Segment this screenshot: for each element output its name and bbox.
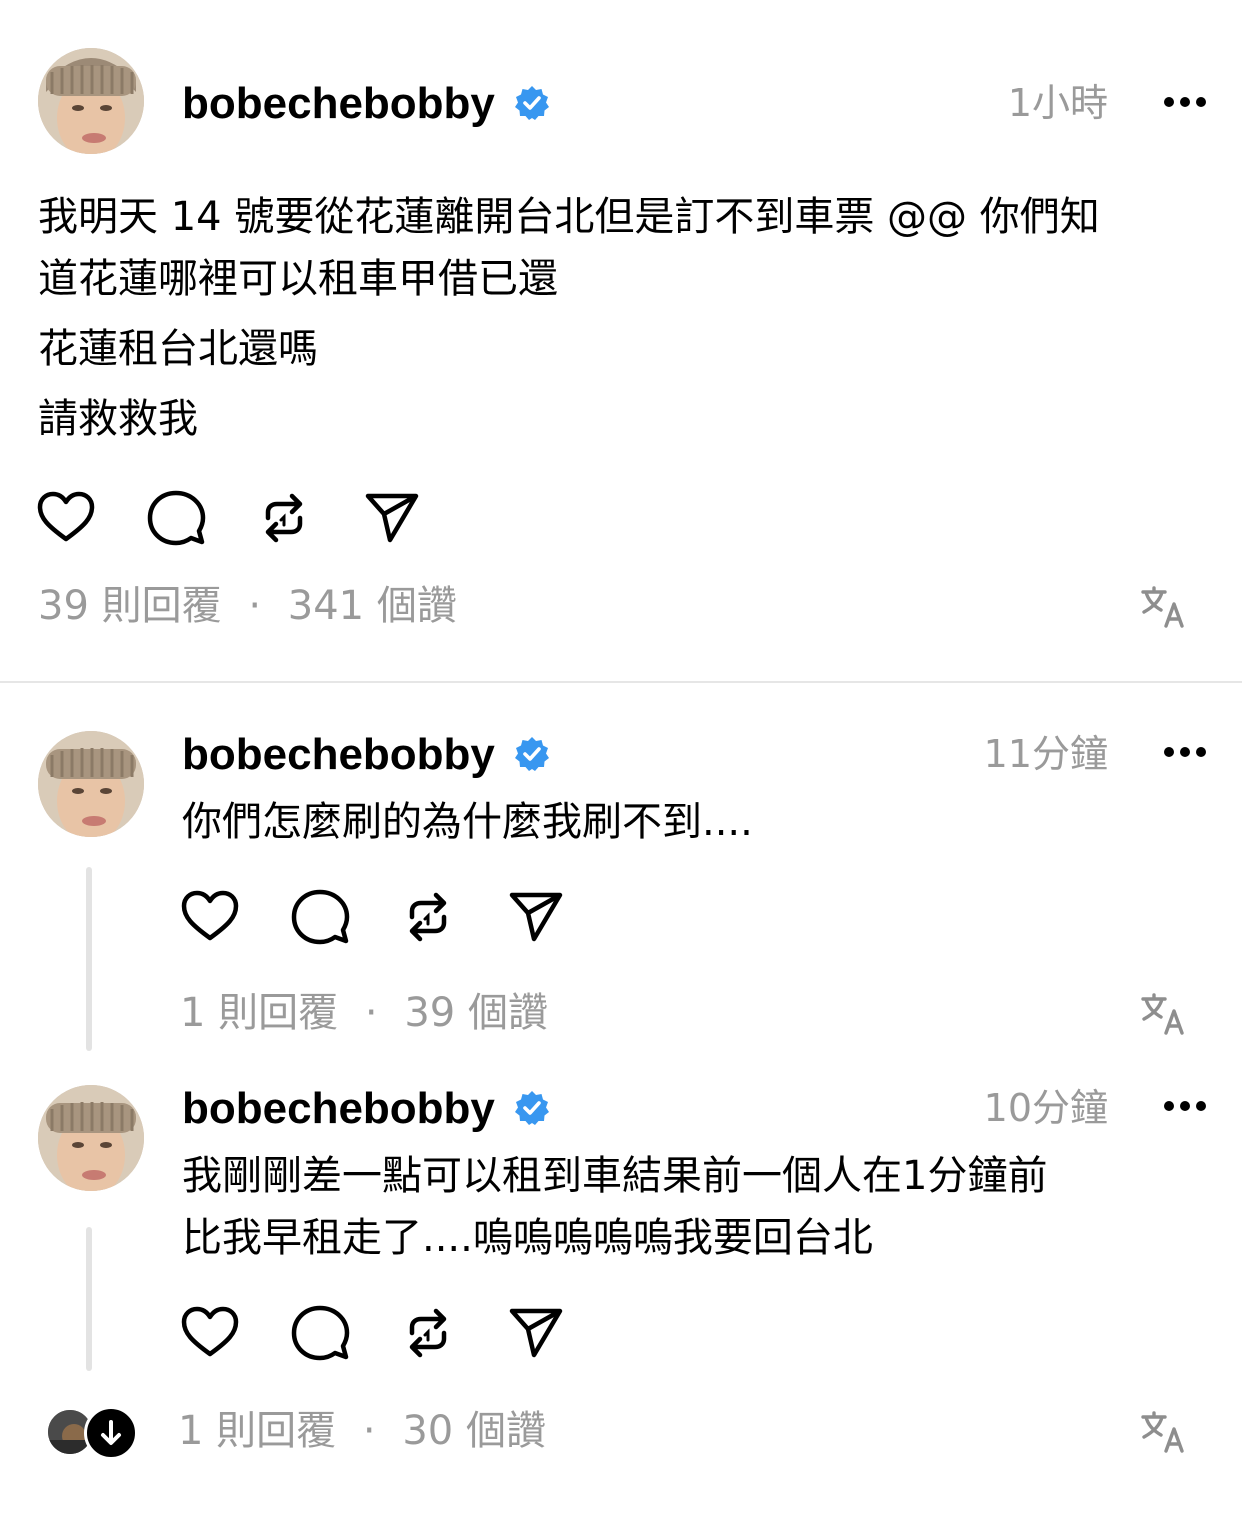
like-button[interactable] [36,488,96,548]
more-icon[interactable] [1164,97,1206,109]
username[interactable]: bobechebobby [182,733,495,777]
stats-separator: · [362,1408,376,1454]
avatar-image [38,731,144,837]
heart-icon [181,890,239,941]
avatar[interactable] [38,731,144,837]
post-text: 你們怎麼刷的為什麼我刷不到.... [182,791,753,853]
post-text: 我明天 14 號要從花蓮離開台北但是訂不到車票 @@ 你們知 道花蓮哪裡可以租車… [38,186,1100,450]
heart-icon [37,491,95,542]
like-button[interactable] [180,887,240,947]
post-stats[interactable]: 39 則回覆 · 341 個讚 [38,586,457,626]
reply-count[interactable]: 1 則回覆 [180,990,338,1036]
comment-button[interactable] [290,1303,350,1363]
more-icon[interactable] [1164,1101,1206,1113]
verified-badge-icon [515,737,549,771]
post-2: bobechebobby 11分鐘 你們怎麼刷的為什麼我刷不到.... 1 則回… [0,683,1242,1063]
like-count[interactable]: 30 個讚 [402,1408,546,1454]
stats-separator: · [248,583,262,629]
post-text-line: 花蓮租台北還嗎 [38,326,318,372]
comment-icon [291,889,350,945]
avatar-image [38,1085,144,1191]
post-stats[interactable]: 1 則回覆 · 30 個讚 [178,1411,546,1451]
thread-line [86,1227,92,1371]
post-time: 11分鐘 [983,732,1108,776]
replier-avatars[interactable] [46,1406,138,1460]
post-text: 我剛剛差一點可以租到車結果前一個人在1分鐘前 比我早租走了....嗚嗚嗚嗚嗚我要… [182,1145,1047,1269]
post-text-line: 我剛剛差一點可以租到車結果前一個人在1分鐘前 [182,1153,1048,1199]
post-stats[interactable]: 1 則回覆 · 39 個讚 [180,993,548,1033]
post-text-line: 比我早租走了....嗚嗚嗚嗚嗚我要回台北 [182,1215,873,1261]
share-icon [509,892,563,942]
arrow-down-icon[interactable] [84,1406,138,1460]
share-button[interactable] [362,488,422,548]
comment-icon [147,490,206,546]
post-time: 10分鐘 [983,1086,1108,1130]
repost-button[interactable] [398,1303,458,1363]
comment-button[interactable] [146,488,206,548]
like-button[interactable] [180,1303,240,1363]
repost-icon [265,493,303,543]
share-button[interactable] [506,887,566,947]
like-count[interactable]: 341 個讚 [288,583,457,629]
repost-icon [409,1308,447,1358]
post-time: 1小時 [1007,81,1108,125]
thread-line [86,867,92,1051]
username[interactable]: bobechebobby [182,1087,495,1131]
post-text-line: 道花蓮哪裡可以租車甲借已還 [38,256,558,302]
avatar[interactable] [38,1085,144,1191]
reply-count[interactable]: 39 則回覆 [38,583,222,629]
post-text-line: 請救救我 [38,396,198,442]
repost-button[interactable] [254,488,314,548]
post-3: bobechebobby 10分鐘 我剛剛差一點可以租到車結果前一個人在1分鐘前… [0,1037,1242,1515]
stats-separator: · [364,990,378,1036]
share-icon [509,1308,563,1358]
verified-badge-icon [515,1091,549,1125]
repost-icon [409,892,447,942]
comment-icon [291,1305,350,1361]
more-icon[interactable] [1164,747,1206,759]
heart-icon [181,1306,239,1357]
translate-icon[interactable] [1140,1409,1186,1455]
post-text-line: 你們怎麼刷的為什麼我刷不到.... [182,799,753,845]
share-icon [365,493,419,543]
translate-icon[interactable] [1140,991,1186,1037]
post-text-line: 我明天 14 號要從花蓮離開台北但是訂不到車票 @@ 你們知 [38,194,1100,240]
action-bar [36,488,436,548]
share-button[interactable] [506,1303,566,1363]
avatar[interactable] [38,48,144,154]
reply-count[interactable]: 1 則回覆 [178,1408,336,1454]
username[interactable]: bobechebobby [182,82,495,126]
action-bar [180,887,580,947]
like-count[interactable]: 39 個讚 [404,990,548,1036]
post-1: bobechebobby 1小時 我明天 14 號要從花蓮離開台北但是訂不到車票… [0,0,1242,680]
translate-icon[interactable] [1140,584,1186,630]
comment-button[interactable] [290,887,350,947]
avatar-image [38,48,144,154]
action-bar [180,1303,580,1363]
verified-badge-icon [515,86,549,120]
repost-button[interactable] [398,887,458,947]
